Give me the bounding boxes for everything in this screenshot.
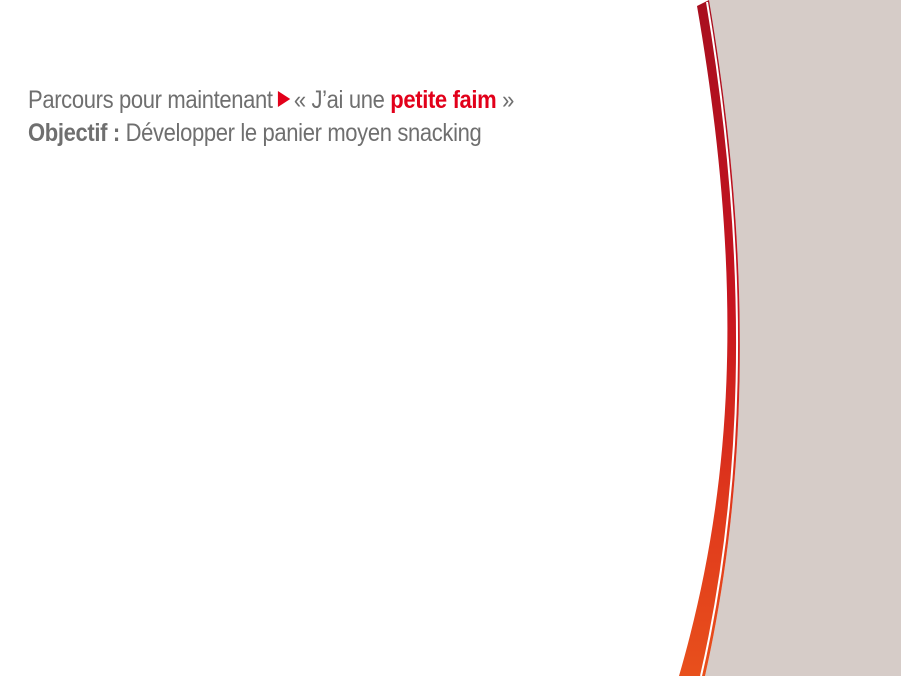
objective-label: Objectif : <box>28 119 120 147</box>
title-quote-open: « J’ai une <box>293 86 385 114</box>
slide: Parcours pour maintenant « J’ai une petit… <box>0 0 901 676</box>
title-highlight: petite faim <box>390 86 497 114</box>
title-quote-close: » <box>502 86 515 114</box>
title-block: Parcours pour maintenant « J’ai une petit… <box>28 84 688 150</box>
title-line: Parcours pour maintenant « J’ai une petit… <box>28 84 609 117</box>
triangle-right-icon <box>277 91 291 108</box>
objective-text: Développer le panier moyen snacking <box>125 119 482 147</box>
title-prefix: Parcours pour maintenant <box>28 86 273 114</box>
objective-line: Objectif : Développer le panier moyen sn… <box>28 117 609 150</box>
